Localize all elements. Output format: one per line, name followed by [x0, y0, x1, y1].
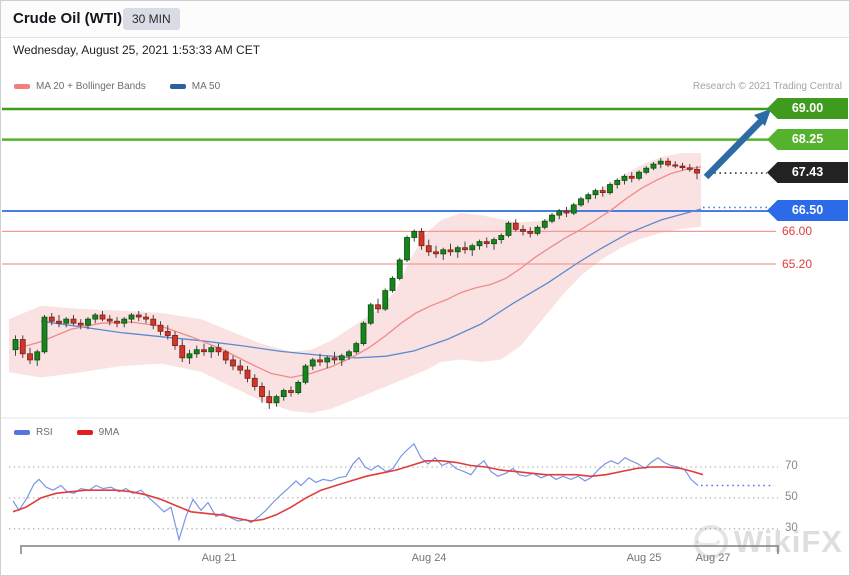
resistance2-price-tag: 69.00 — [767, 98, 848, 119]
x-tick-aug25: Aug 25 — [627, 552, 662, 564]
rsi-ma-swatch-icon — [77, 430, 93, 435]
rsi-level-30: 30 — [785, 522, 798, 534]
chart-widget: Crude Oil (WTI) 30 MIN Wednesday, August… — [0, 0, 850, 576]
attribution-text: Research © 2021 Trading Central — [693, 81, 842, 92]
support2-price-label: 65.20 — [782, 257, 812, 271]
legend-9ma-label: 9MA — [99, 427, 120, 438]
main-chart-legend: MA 20 + Bollinger Bands MA 50 — [14, 81, 220, 92]
last-price-tag: 67.43 — [767, 162, 848, 183]
pivot-price-tag: 66.50 — [767, 200, 848, 221]
x-tick-aug27: Aug 27 — [696, 552, 731, 564]
legend-ma50-label: MA 50 — [192, 81, 220, 92]
legend-rsi-label: RSI — [36, 427, 53, 438]
rsi-level-50: 50 — [785, 491, 798, 503]
support1-price-label: 66.00 — [782, 224, 812, 238]
legend-bollinger-label: MA 20 + Bollinger Bands — [36, 81, 146, 92]
ma50-swatch-icon — [170, 84, 186, 89]
x-tick-aug21: Aug 21 — [202, 552, 237, 564]
bollinger-swatch-icon — [14, 84, 30, 89]
rsi-legend: RSI 9MA — [14, 427, 119, 438]
x-tick-aug24: Aug 24 — [412, 552, 447, 564]
rsi-swatch-icon — [14, 430, 30, 435]
resistance1-price-tag: 68.25 — [767, 129, 848, 150]
rsi-level-70: 70 — [785, 460, 798, 472]
